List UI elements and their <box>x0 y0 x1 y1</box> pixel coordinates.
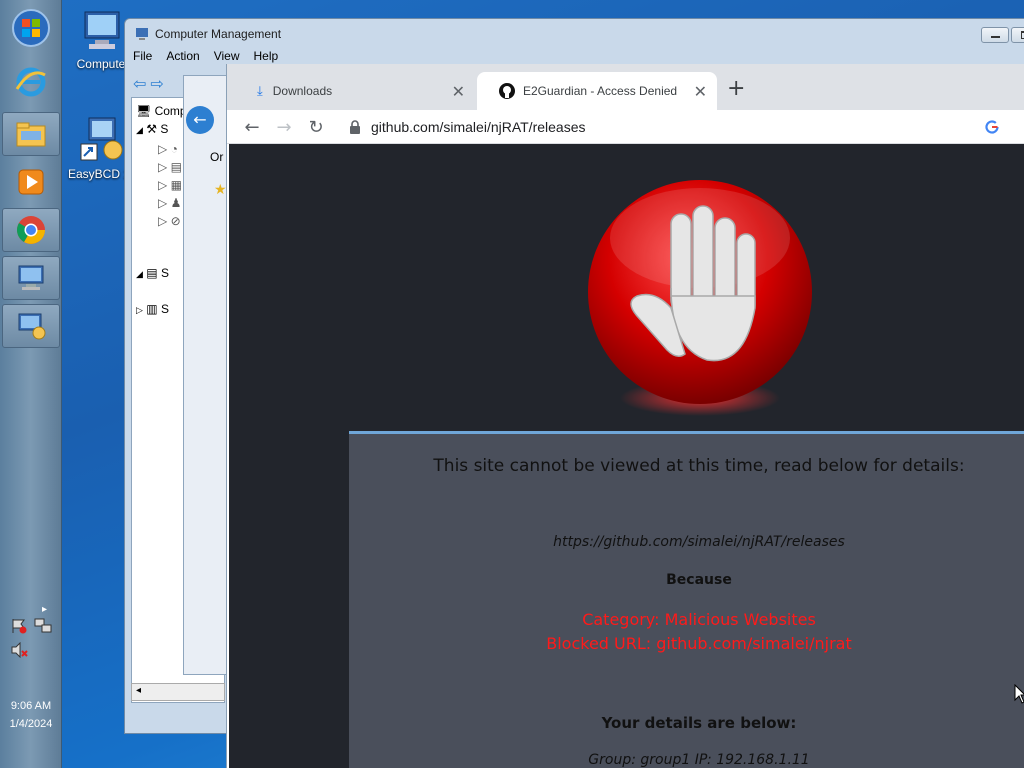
computer-management-icon <box>136 28 148 40</box>
forward-arrow-icon: → <box>276 116 292 138</box>
tab-label: E2Guardian - Access Denied <box>523 84 678 98</box>
close-tab-icon[interactable]: ✕ <box>452 82 465 102</box>
tree-root-computer-management[interactable]: 🖥 Comp <box>136 104 187 118</box>
expand-triangle-icon: ▷ ⊘ <box>158 214 181 228</box>
tools-icon: ⚒ <box>146 122 158 136</box>
action-center-flag-icon[interactable] <box>10 618 28 634</box>
network-tray-icon[interactable] <box>34 618 52 634</box>
browser-toolbar: ← → ↻ github.com/simalei/njRAT/releases <box>227 110 1024 144</box>
tab-downloads[interactable]: ⤓ Downloads ✕ <box>235 72 475 110</box>
download-icon: ⤓ <box>257 83 263 98</box>
explorer-child-window[interactable]: ← Or ★ <box>183 75 229 675</box>
volume-muted-icon[interactable] <box>10 641 28 659</box>
start-button[interactable] <box>2 6 60 50</box>
computer-management-icon <box>18 265 44 290</box>
tree-item-system-tools[interactable]: ◢ ⚒ S <box>136 122 168 136</box>
github-icon <box>499 83 515 99</box>
back-button[interactable]: ← <box>239 114 265 140</box>
group-ip-line: Group: group1 IP: 192.168.1.11 <box>588 752 810 768</box>
horizontal-scrollbar[interactable]: ◂ <box>131 683 225 701</box>
stop-hand-icon <box>585 178 815 418</box>
forward-arrow-icon[interactable]: ⇨ <box>150 74 163 93</box>
denied-heading: This site cannot be viewed at this time,… <box>433 456 965 476</box>
tab-strip: ⤓ Downloads ✕ E2Guardian - Access Denied… <box>227 64 1024 110</box>
denied-message-card: This site cannot be viewed at this time,… <box>349 431 1024 768</box>
taskbar-ie-button[interactable] <box>2 60 60 104</box>
scroll-left-arrow-icon[interactable]: ◂ <box>136 685 141 696</box>
url-text: github.com/simalei/njRAT/releases <box>371 119 586 135</box>
address-bar[interactable]: github.com/simalei/njRAT/releases <box>337 113 1017 141</box>
windows-start-icon <box>12 9 50 47</box>
expand-triangle-icon: ▷ ◔ <box>158 142 178 156</box>
reload-button[interactable]: ↻ <box>303 114 329 140</box>
expand-triangle-icon: ▷ <box>136 305 143 315</box>
taskbar-explorer-button[interactable] <box>2 112 60 156</box>
window-title-text: Computer Management <box>155 27 282 41</box>
minimize-button[interactable] <box>981 27 1009 43</box>
menu-view[interactable]: View <box>214 49 240 63</box>
tab-e2guardian[interactable]: E2Guardian - Access Denied ✕ <box>477 72 717 110</box>
tree-item-label: S <box>160 266 169 280</box>
menu-help[interactable]: Help <box>254 49 279 63</box>
services-icon: ▥ <box>146 302 158 316</box>
close-tab-icon[interactable]: ✕ <box>694 82 707 102</box>
reload-icon: ↻ <box>308 116 324 138</box>
media-player-icon <box>18 169 44 195</box>
mouse-cursor-icon <box>1014 684 1024 704</box>
chrome-window[interactable]: ⤓ Downloads ✕ E2Guardian - Access Denied… <box>226 64 1024 768</box>
show-hidden-icons-chevron-icon[interactable]: ▸ <box>42 604 47 615</box>
tab-label: Downloads <box>272 84 333 98</box>
clock-time[interactable]: 9:06 AM <box>0 700 62 712</box>
back-arrow-icon: ← <box>244 116 260 138</box>
expand-triangle-icon: ▷ ▤ <box>158 160 182 174</box>
back-arrow-icon[interactable]: ⇦ <box>133 74 146 93</box>
tree-item-storage[interactable]: ◢ ▤ S <box>136 266 169 280</box>
blocked-url-reason: Blocked URL: github.com/simalei/njrat <box>546 634 852 653</box>
internet-explorer-icon <box>15 67 46 97</box>
tree-item-services[interactable]: ▷ ▥ S <box>136 302 169 316</box>
forward-button[interactable]: → <box>271 114 297 140</box>
tree-subitems[interactable]: ▷ ◔ ▷ ▤ ▷ ▦ ▷ ♟ ▷ ⊘ <box>158 140 182 230</box>
new-tab-button[interactable]: + <box>727 76 745 101</box>
back-arrow-icon[interactable]: ← <box>186 106 214 134</box>
blocked-full-url: https://github.com/simalei/njRAT/release… <box>553 534 845 550</box>
computer-icon: 🖥 <box>136 104 152 118</box>
taskbar-network-button[interactable] <box>2 304 60 348</box>
file-explorer-icon <box>16 122 46 147</box>
details-heading: Your details are below: <box>601 714 797 732</box>
taskbar-media-button[interactable] <box>2 160 60 204</box>
taskbar: ▸ 9:06 AM 1/4/2024 <box>0 0 62 768</box>
tree-item-label: S <box>160 122 169 136</box>
collapse-triangle-icon: ◢ <box>136 269 143 279</box>
lock-icon <box>350 120 360 134</box>
tree-item-label: Comp <box>154 104 187 118</box>
organize-menu[interactable]: Or <box>210 150 223 164</box>
menu-action[interactable]: Action <box>166 49 199 63</box>
maximize-button[interactable] <box>1011 27 1024 43</box>
clock-date[interactable]: 1/4/2024 <box>0 718 62 730</box>
tree-item-label: S <box>160 302 169 316</box>
collapse-triangle-icon: ◢ <box>136 125 143 135</box>
system-tray: ▸ 9:06 AM 1/4/2024 <box>0 604 62 768</box>
window-title: Computer Management <box>135 27 281 41</box>
storage-icon: ▤ <box>146 266 158 280</box>
favorites-star-icon: ★ <box>214 182 227 198</box>
taskbar-compmgmt-button[interactable] <box>2 256 60 300</box>
easybcd-icon <box>80 117 123 161</box>
taskbar-chrome-button[interactable] <box>2 208 60 252</box>
chrome-icon <box>17 216 45 244</box>
google-icon[interactable] <box>985 120 999 134</box>
menu-file[interactable]: File <box>133 49 152 63</box>
network-settings-icon <box>18 313 46 340</box>
because-label: Because <box>666 572 732 588</box>
menu-bar: File Action View Help <box>133 49 278 63</box>
computer-icon <box>84 11 120 49</box>
expand-triangle-icon: ▷ ♟ <box>158 196 182 210</box>
blocked-page: This site cannot be viewed at this time,… <box>229 144 1024 768</box>
block-category: Category: Malicious Websites <box>582 610 816 629</box>
expand-triangle-icon: ▷ ▦ <box>158 178 182 192</box>
